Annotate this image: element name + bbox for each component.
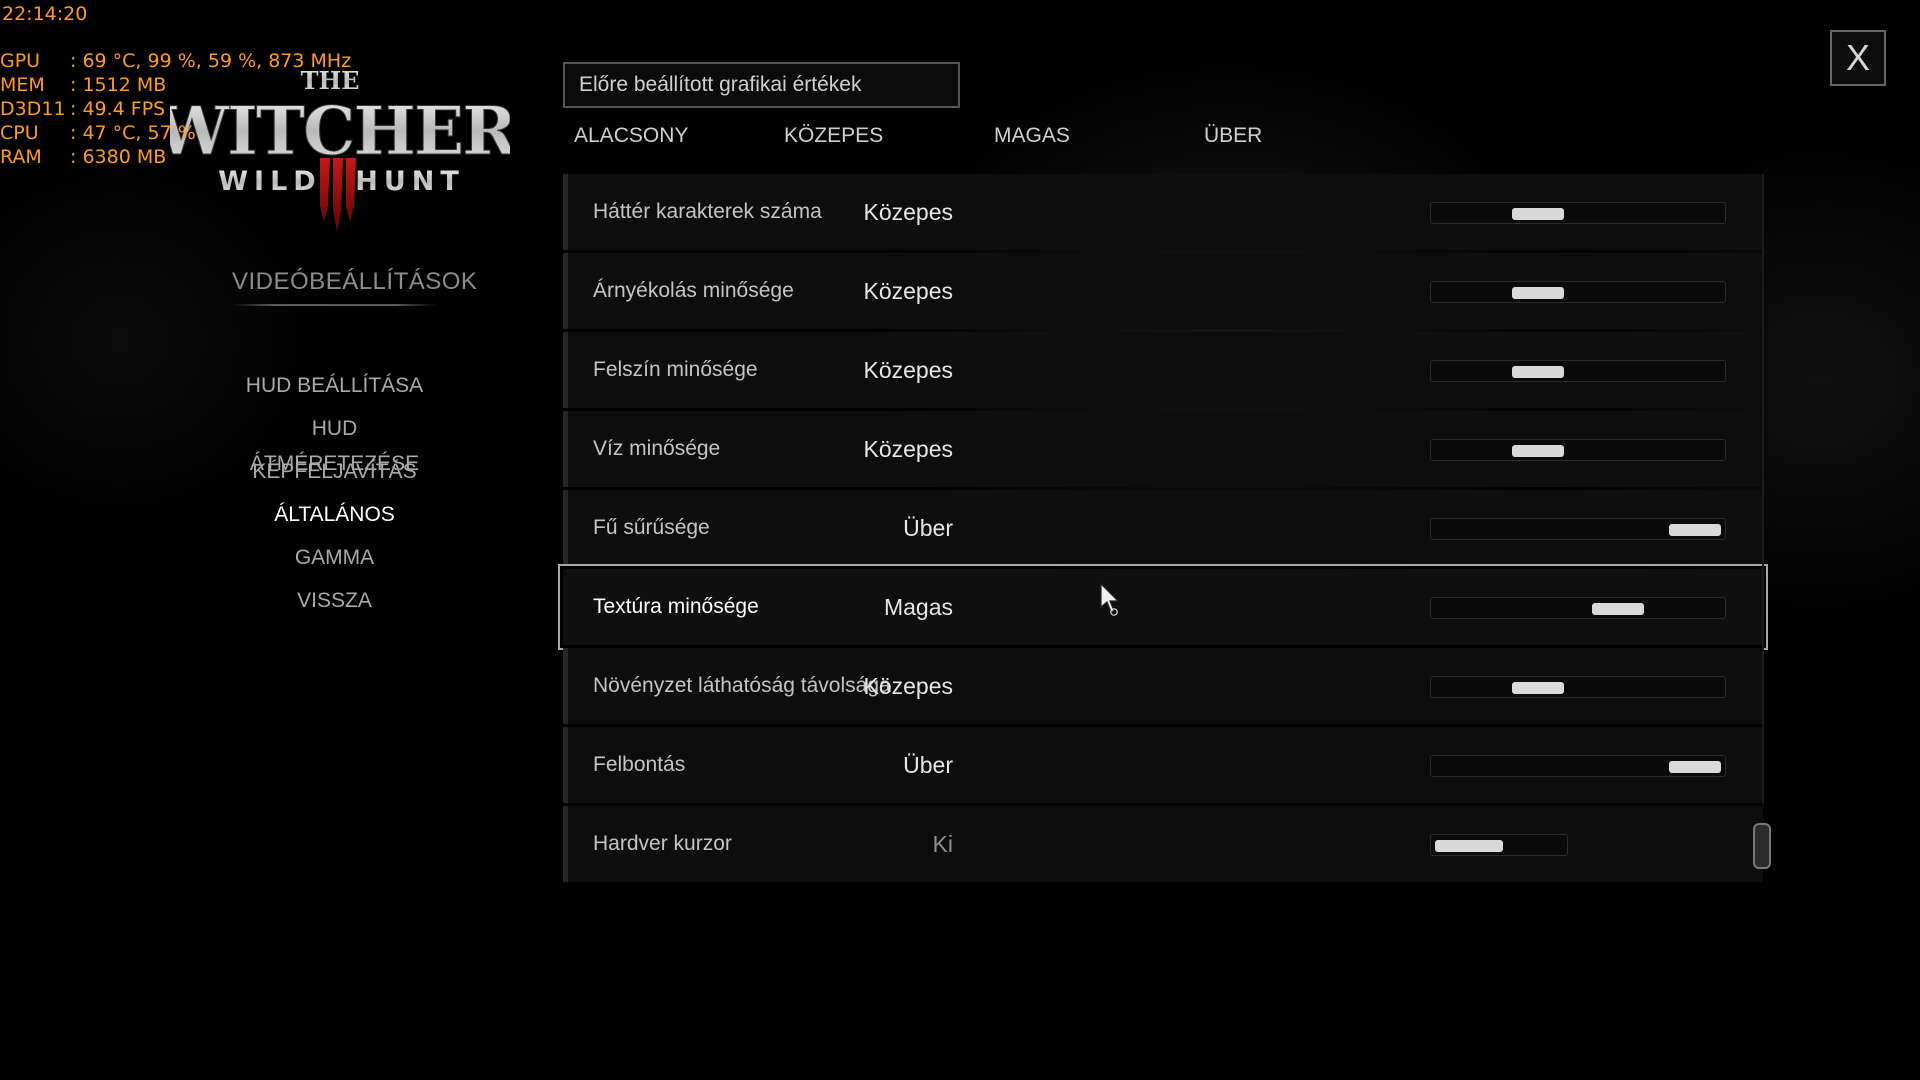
setting-value: Közepes	[863, 357, 953, 383]
logo-hunt-text: HUNT	[355, 166, 465, 197]
scrollbar-thumb[interactable]	[1753, 823, 1771, 869]
setting-row-resolution[interactable]: Felbontás Über	[563, 727, 1763, 803]
preset-tab-low[interactable]: ALACSONY	[574, 124, 688, 148]
osd-row-ram: RAM6380 MB	[0, 145, 351, 169]
setting-row-texture-quality[interactable]: Textúra minősége Magas	[558, 564, 1768, 650]
setting-slider[interactable]	[1430, 676, 1726, 698]
slider-knob[interactable]	[1512, 366, 1565, 378]
osd-rows: GPU69 °C, 99 %, 59 %, 873 MHz MEM1512 MB…	[0, 49, 351, 169]
osd-row-gpu: GPU69 °C, 99 %, 59 %, 873 MHz	[0, 49, 351, 73]
setting-value: Ki	[932, 831, 953, 857]
osd-row-cpu: CPU47 °C, 57 %	[0, 121, 351, 145]
setting-value: Magas	[883, 594, 953, 620]
setting-row-foliage-visibility[interactable]: Növényzet láthatóság távolsága Közepes	[563, 648, 1763, 724]
setting-value: Közepes	[863, 278, 953, 304]
setting-slider[interactable]	[1430, 597, 1726, 619]
setting-slider[interactable]	[1430, 439, 1726, 461]
slider-knob[interactable]	[1512, 445, 1565, 457]
setting-label: Felbontás	[593, 753, 686, 776]
setting-label: Háttér karakterek száma	[593, 200, 822, 223]
setting-slider[interactable]	[1430, 755, 1726, 777]
osd-clock: 22:14:20	[2, 3, 88, 25]
setting-label: Fű sűrűsége	[593, 516, 710, 539]
setting-slider[interactable]	[1430, 281, 1726, 303]
setting-slider[interactable]	[1430, 360, 1726, 382]
setting-value: Über	[903, 515, 953, 541]
setting-label: Felszín minősége	[593, 358, 758, 381]
setting-value: Közepes	[863, 673, 953, 699]
slider-knob[interactable]	[1669, 524, 1721, 536]
menu-item-post-processing[interactable]: KÉPFELJAVÍTÁS	[232, 454, 437, 497]
setting-toggle[interactable]	[1430, 834, 1568, 856]
setting-label: Árnyékolás minősége	[593, 279, 794, 302]
preset-dropdown-label: Előre beállított grafikai értékek	[579, 73, 862, 96]
preset-tab-medium[interactable]: KÖZEPES	[784, 124, 883, 148]
slider-knob[interactable]	[1591, 603, 1644, 615]
setting-label: Víz minősége	[593, 437, 721, 460]
setting-value: Közepes	[863, 199, 953, 225]
logo-claw-mark	[320, 158, 356, 232]
menu-item-hud-settings[interactable]: HUD BEÁLLÍTÁSA	[232, 368, 437, 411]
setting-row-background-characters[interactable]: Háttér karakterek száma Közepes	[563, 174, 1763, 250]
slider-knob[interactable]	[1512, 287, 1565, 299]
setting-row-shadow-quality[interactable]: Árnyékolás minősége Közepes	[563, 253, 1763, 329]
setting-label: Textúra minősége	[593, 595, 759, 618]
preset-tab-uber[interactable]: ÜBER	[1204, 124, 1262, 148]
menu-item-gamma[interactable]: GAMMA	[232, 540, 437, 583]
setting-row-terrain-quality[interactable]: Felszín minősége Közepes	[563, 332, 1763, 408]
preset-dropdown[interactable]: Előre beállított grafikai értékek	[563, 62, 960, 108]
menu-item-hud-resize[interactable]: HUD ÁTMÉRETEZÉSE	[232, 411, 437, 475]
preset-tab-high[interactable]: MAGAS	[994, 124, 1070, 148]
setting-row-hardware-cursor[interactable]: Hardver kurzor Ki	[563, 806, 1763, 882]
menu-title: VIDEÓBEÁLLÍTÁSOK	[232, 268, 477, 306]
mouse-cursor-icon	[1100, 583, 1120, 616]
setting-value: Közepes	[863, 436, 953, 462]
setting-slider[interactable]	[1430, 202, 1726, 224]
setting-label: Hardver kurzor	[593, 832, 732, 855]
menu-item-back[interactable]: VISSZA	[232, 583, 437, 626]
menu-item-general[interactable]: ÁLTALÁNOS	[232, 497, 437, 540]
side-menu: HUD BEÁLLÍTÁSA HUD ÁTMÉRETEZÉSE KÉPFELJA…	[232, 368, 437, 626]
toggle-knob[interactable]	[1435, 840, 1503, 852]
setting-slider[interactable]	[1430, 518, 1726, 540]
osd-row-d3d11: D3D1149.4 FPS	[0, 97, 351, 121]
slider-knob[interactable]	[1512, 208, 1565, 220]
osd-row-mem: MEM1512 MB	[0, 73, 351, 97]
scrollbar-track[interactable]	[1762, 174, 1764, 804]
slider-knob[interactable]	[1512, 682, 1565, 694]
setting-row-water-quality[interactable]: Víz minősége Közepes	[563, 411, 1763, 487]
setting-value: Über	[903, 752, 953, 778]
close-button[interactable]: X	[1830, 30, 1886, 86]
close-icon: X	[1845, 37, 1870, 78]
slider-knob[interactable]	[1669, 761, 1721, 773]
setting-row-grass-density[interactable]: Fű sűrűsége Über	[563, 490, 1763, 566]
setting-label: Növényzet láthatóság távolsága	[593, 674, 891, 697]
logo-wild-text: WILD	[218, 166, 321, 197]
